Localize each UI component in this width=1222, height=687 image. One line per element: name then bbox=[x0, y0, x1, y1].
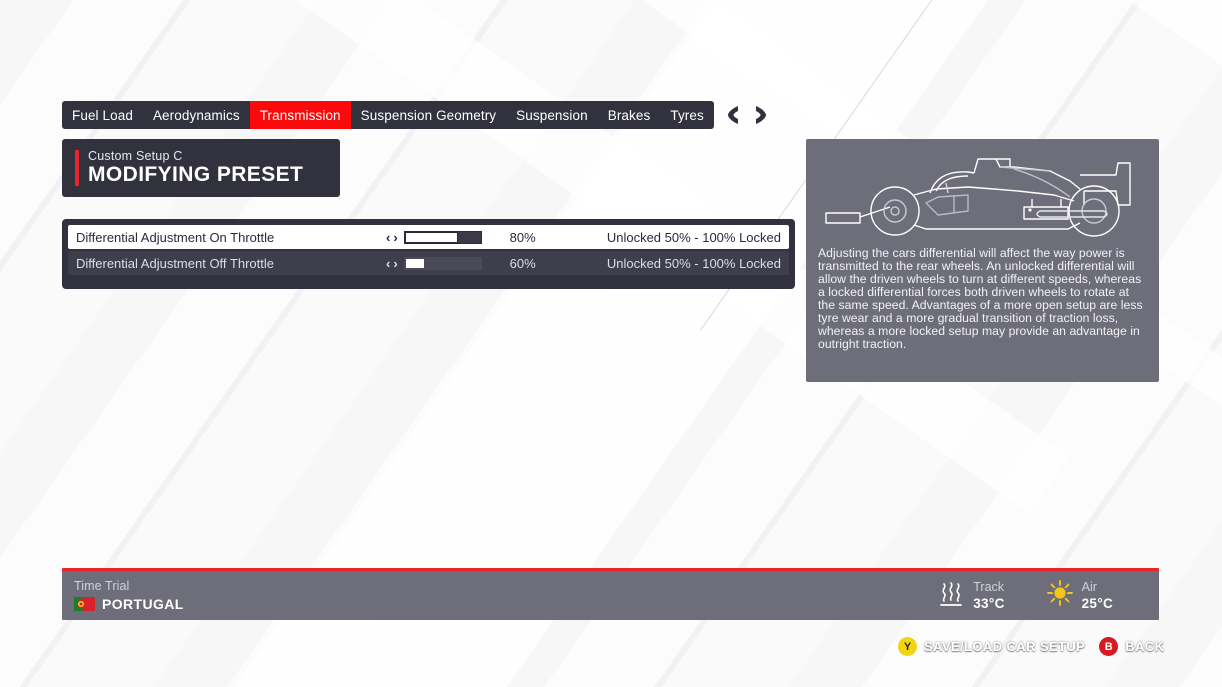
tab-transmission[interactable]: Transmission bbox=[249, 101, 351, 129]
decrease-arrow-icon[interactable]: ‹ bbox=[386, 231, 390, 244]
increase-arrow-icon[interactable]: › bbox=[393, 231, 397, 244]
sun-icon bbox=[1046, 580, 1073, 611]
tab-suspension[interactable]: Suspension bbox=[506, 101, 598, 129]
f1-car-side-view-icon bbox=[806, 139, 1159, 239]
setup-settings-list: Differential Adjustment On Throttle ‹ › 80%… bbox=[62, 219, 795, 289]
preset-title: MODIFYING PRESET bbox=[88, 163, 304, 187]
country-name: PORTUGAL bbox=[102, 596, 184, 612]
session-mode-label: Time Trial bbox=[74, 579, 130, 593]
preset-accent-bar bbox=[75, 150, 79, 186]
tab-brakes[interactable]: Brakes bbox=[598, 101, 661, 129]
air-temp-label: Air bbox=[1081, 580, 1097, 594]
left-bumper-icon[interactable] bbox=[726, 105, 742, 125]
decrease-arrow-icon[interactable]: ‹ bbox=[386, 257, 390, 270]
setting-slider[interactable] bbox=[403, 256, 482, 270]
bumper-hints bbox=[726, 101, 768, 129]
track-temp-label: Track bbox=[973, 580, 1005, 594]
prompt-back[interactable]: B BACK bbox=[1099, 637, 1164, 656]
setting-range-description: Unlocked 50% - 100% Locked bbox=[606, 255, 781, 271]
heat-waves-icon bbox=[938, 578, 964, 613]
stepper-arrows: ‹ › bbox=[386, 231, 398, 244]
tab-suspension-geometry[interactable]: Suspension Geometry bbox=[351, 101, 506, 129]
b-button-badge: B bbox=[1099, 637, 1119, 656]
right-bumper-icon[interactable] bbox=[752, 105, 768, 125]
stepper-arrows: ‹ › bbox=[386, 257, 398, 270]
tab-aerodynamics[interactable]: Aerodynamics bbox=[143, 101, 250, 129]
button-prompt-bar: Y SAVE/LOAD CAR SETUP B BACK bbox=[898, 637, 1164, 656]
preset-subtitle: Custom Setup C bbox=[88, 149, 183, 164]
y-button-badge: Y bbox=[898, 637, 917, 656]
info-panel: Adjusting the cars differential will aff… bbox=[806, 139, 1159, 382]
setting-slider-fill bbox=[404, 231, 458, 243]
tab-fuel-load[interactable]: Fuel Load bbox=[62, 101, 143, 129]
track-temp-value: 33°C bbox=[973, 596, 1005, 611]
increase-arrow-icon[interactable]: › bbox=[393, 257, 397, 270]
air-temperature: Air 25°C bbox=[1046, 580, 1113, 611]
prompt-save-load-car-setup[interactable]: Y SAVE/LOAD CAR SETUP bbox=[898, 637, 1085, 656]
track-temperature: Track 33°C bbox=[938, 578, 1004, 613]
setting-value: 80% bbox=[509, 229, 536, 245]
setting-value: 60% bbox=[509, 255, 536, 271]
info-description: Adjusting the cars differential will aff… bbox=[818, 246, 1143, 352]
tab-list: Fuel Load Aerodynamics Transmission Suspens… bbox=[62, 101, 714, 129]
setting-row[interactable]: Differential Adjustment On Throttle ‹ › 80%… bbox=[68, 225, 789, 249]
tab-tyres[interactable]: Tyres bbox=[660, 101, 714, 129]
setting-label: Differential Adjustment Off Throttle bbox=[76, 255, 274, 271]
prompt-label: BACK bbox=[1125, 639, 1165, 654]
portugal-flag-icon bbox=[74, 597, 95, 611]
setting-row[interactable]: Differential Adjustment Off Throttle ‹ › 60… bbox=[68, 251, 789, 275]
setup-category-tabbar: Fuel Load Aerodynamics Transmission Suspens… bbox=[62, 101, 768, 129]
setting-slider-fill bbox=[404, 257, 426, 269]
setting-range-description: Unlocked 50% - 100% Locked bbox=[606, 229, 781, 245]
setting-label: Differential Adjustment On Throttle bbox=[76, 229, 275, 245]
air-temp-value: 25°C bbox=[1081, 596, 1113, 611]
setting-slider[interactable] bbox=[403, 230, 482, 244]
prompt-label: SAVE/LOAD CAR SETUP bbox=[924, 639, 1086, 654]
session-status-bar: Time Trial PORTUGAL Track 33°C Air 25°C bbox=[62, 568, 1159, 620]
preset-header-card: Custom Setup C MODIFYING PRESET bbox=[62, 139, 340, 197]
